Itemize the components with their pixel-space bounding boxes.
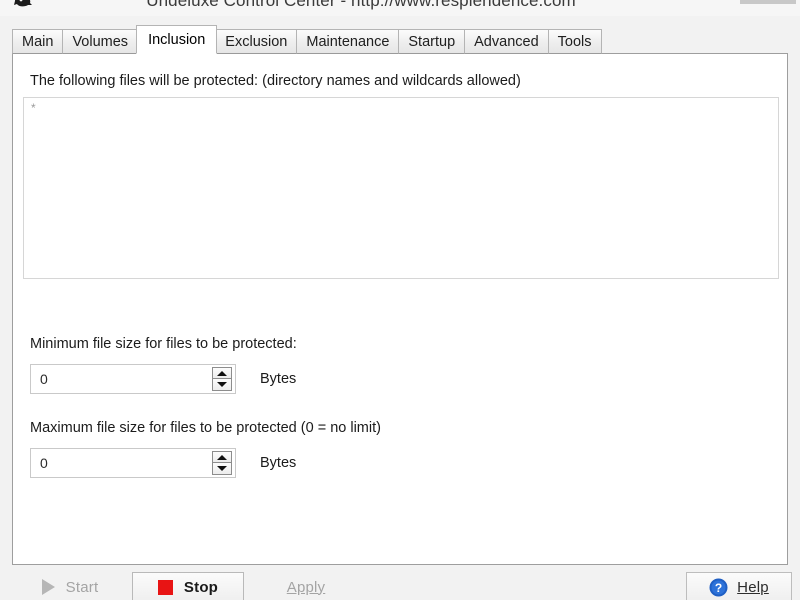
help-button-label: Help <box>737 578 769 596</box>
svg-text:?: ? <box>715 581 722 595</box>
triangle-down-icon <box>217 382 227 387</box>
tab-tools[interactable]: Tools <box>547 29 602 54</box>
minimum-spin-up-button[interactable] <box>212 367 232 379</box>
tab-volumes[interactable]: Volumes <box>62 29 139 54</box>
tab-label: Advanced <box>474 34 539 50</box>
app-icon <box>12 0 34 10</box>
maximum-file-size-row: 0 Bytes <box>30 448 296 478</box>
tab-advanced[interactable]: Advanced <box>464 29 549 54</box>
maximum-file-size-label: Maximum file size for files to be protec… <box>30 420 381 436</box>
maximum-spin-down-button[interactable] <box>212 463 232 475</box>
tab-maintenance[interactable]: Maintenance <box>296 29 400 54</box>
stop-button[interactable]: Stop <box>132 572 244 600</box>
tab-label: Startup <box>408 34 456 50</box>
maximum-file-size-spin-buttons <box>212 450 232 476</box>
tab-label: Maintenance <box>306 34 390 50</box>
minimum-spin-down-button[interactable] <box>212 379 232 391</box>
start-button-label: Start <box>65 578 99 596</box>
close-icon: ✕ <box>762 0 774 2</box>
stop-square-icon <box>157 579 173 595</box>
maximum-file-size-stepper[interactable]: 0 <box>30 448 236 478</box>
tab-label: Inclusion <box>148 32 206 48</box>
inclusion-tab-panel: The following files will be protected: (… <box>12 53 788 565</box>
minimum-file-size-row: 0 Bytes <box>30 364 296 394</box>
triangle-up-icon <box>217 454 227 460</box>
tab-strip: Main Volumes Inclusion Exclusion Mainten… <box>12 25 788 54</box>
stop-button-label: Stop <box>183 578 219 596</box>
minimum-file-size-label: Minimum file size for files to be protec… <box>30 336 297 352</box>
tab-main[interactable]: Main <box>12 29 64 54</box>
minimum-file-size-unit: Bytes <box>260 371 297 387</box>
minimum-file-size-value: 0 <box>40 371 48 387</box>
question-circle-icon: ? <box>709 578 728 597</box>
application-window: Undeluxe Control Center - http://www.res… <box>0 0 800 600</box>
tab-label: Tools <box>557 34 592 50</box>
window-controls: ✕ <box>642 0 796 12</box>
triangle-down-icon <box>217 466 227 471</box>
maximum-spin-up-button[interactable] <box>212 451 232 463</box>
tab-label: Volumes <box>72 34 129 50</box>
tab-label: Exclusion <box>225 34 288 50</box>
tab-startup[interactable]: Startup <box>398 29 466 54</box>
minimum-file-size-stepper[interactable]: 0 <box>30 364 236 394</box>
maximum-file-size-value: 0 <box>40 455 48 471</box>
title-bar: Undeluxe Control Center - http://www.res… <box>0 0 800 16</box>
inclusion-file-list-input[interactable]: * <box>23 97 779 279</box>
maximum-file-size-unit: Bytes <box>260 455 297 471</box>
start-button[interactable]: Start <box>14 572 126 600</box>
footer-toolbar: Start Stop Apply ? Help <box>0 572 800 600</box>
inclusion-file-list-value: * <box>31 101 36 115</box>
close-button[interactable]: ✕ <box>740 0 796 4</box>
tab-inclusion[interactable]: Inclusion <box>136 25 218 54</box>
apply-button[interactable]: Apply <box>250 572 362 600</box>
minimize-button[interactable] <box>654 0 684 8</box>
tab-exclusion[interactable]: Exclusion <box>215 29 298 54</box>
tab-label: Main <box>22 34 54 50</box>
triangle-up-icon <box>217 370 227 376</box>
minimum-file-size-spin-buttons <box>212 366 232 392</box>
help-button[interactable]: ? Help <box>686 572 792 600</box>
play-triangle-icon <box>41 579 55 595</box>
maximize-button[interactable] <box>696 0 726 8</box>
apply-button-label: Apply <box>286 578 326 596</box>
files-protected-label: The following files will be protected: (… <box>30 73 521 89</box>
